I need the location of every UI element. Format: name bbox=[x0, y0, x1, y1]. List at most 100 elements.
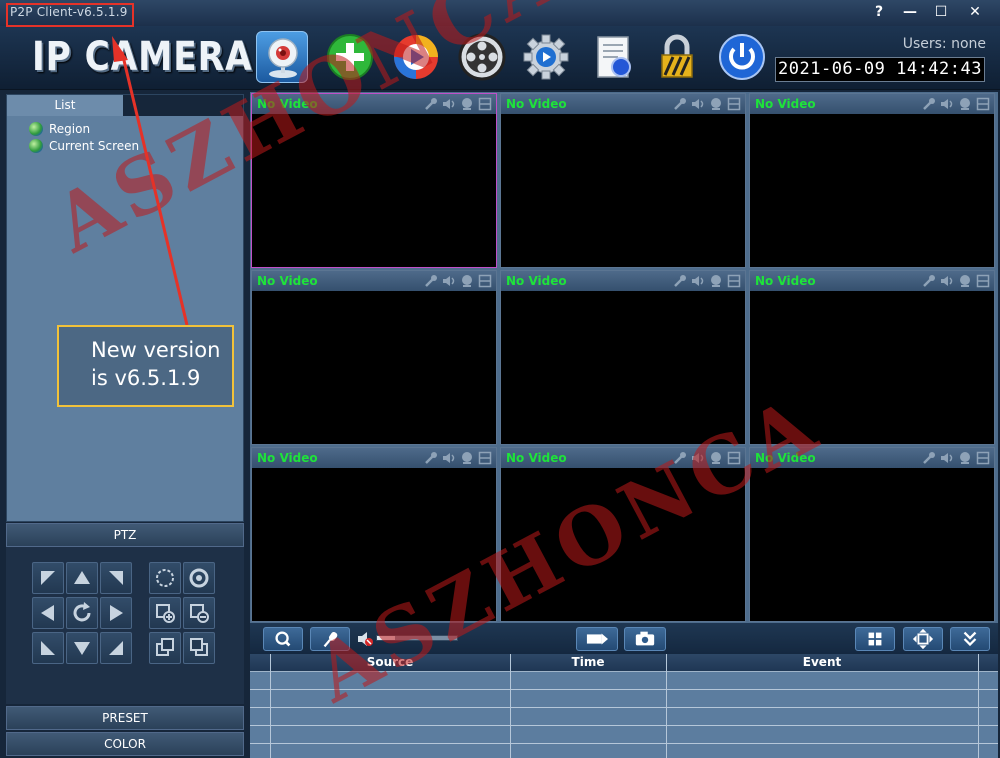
datetime-display: 2021-06-09 14:42:43 bbox=[775, 57, 985, 82]
ptz-left-button[interactable] bbox=[32, 597, 64, 629]
ptz-down-right-button[interactable] bbox=[100, 632, 132, 664]
record-icon[interactable] bbox=[958, 451, 972, 465]
microphone-icon[interactable] bbox=[310, 627, 350, 651]
video-cell-bar: No Video bbox=[501, 448, 745, 468]
mute-icon[interactable] bbox=[356, 630, 374, 648]
settings-gear-icon[interactable] bbox=[520, 31, 572, 83]
window-icon[interactable] bbox=[976, 97, 990, 111]
record-icon[interactable] bbox=[709, 97, 723, 111]
column-event[interactable]: Event bbox=[666, 655, 978, 669]
video-cell[interactable]: No Video bbox=[749, 270, 995, 445]
video-cell[interactable]: No Video bbox=[500, 270, 746, 445]
video-cell[interactable]: No Video bbox=[251, 270, 497, 445]
column-time[interactable]: Time bbox=[510, 655, 666, 669]
wrench-icon[interactable] bbox=[424, 274, 438, 288]
tree-item-current-screen[interactable]: Current Screen bbox=[29, 138, 139, 154]
speaker-icon[interactable] bbox=[691, 274, 705, 288]
lock-icon[interactable] bbox=[651, 31, 703, 83]
close-button[interactable]: ✕ bbox=[960, 2, 990, 24]
volume-slider[interactable] bbox=[376, 635, 458, 641]
minimize-button[interactable]: — bbox=[895, 2, 925, 24]
video-cell[interactable]: No Video bbox=[500, 447, 746, 622]
speaker-icon[interactable] bbox=[940, 97, 954, 111]
record-icon[interactable] bbox=[709, 451, 723, 465]
ptz-right-button[interactable] bbox=[100, 597, 132, 629]
preset-section-header[interactable]: PRESET bbox=[6, 706, 244, 730]
window-icon[interactable] bbox=[478, 274, 492, 288]
video-cell[interactable]: No Video bbox=[251, 93, 497, 268]
zoom-in-icon[interactable] bbox=[149, 597, 181, 629]
snapshot-icon[interactable] bbox=[624, 627, 666, 651]
window-icon[interactable] bbox=[478, 97, 492, 111]
video-status-label: No Video bbox=[506, 97, 567, 111]
record-icon[interactable] bbox=[460, 97, 474, 111]
window-icon[interactable] bbox=[727, 97, 741, 111]
wrench-icon[interactable] bbox=[922, 97, 936, 111]
record-icon[interactable] bbox=[709, 274, 723, 288]
ptz-up-right-button[interactable] bbox=[100, 562, 132, 594]
fullscreen-icon[interactable] bbox=[903, 627, 943, 651]
speaker-icon[interactable] bbox=[940, 451, 954, 465]
column-source[interactable]: Source bbox=[270, 655, 510, 669]
iris-open-icon[interactable] bbox=[149, 562, 181, 594]
ptz-up-button[interactable] bbox=[66, 562, 98, 594]
zoom-icon[interactable] bbox=[263, 627, 303, 651]
focus-near-icon[interactable] bbox=[149, 632, 181, 664]
window-icon[interactable] bbox=[727, 274, 741, 288]
wrench-icon[interactable] bbox=[673, 274, 687, 288]
tab-list[interactable]: List bbox=[7, 95, 123, 116]
tree-item-label: Current Screen bbox=[49, 139, 140, 153]
speaker-icon[interactable] bbox=[442, 274, 456, 288]
record-icon[interactable] bbox=[958, 97, 972, 111]
video-grid: No Video No Video No Video No Video No Video… bbox=[250, 92, 998, 623]
callout-line: New version bbox=[91, 338, 221, 362]
speaker-icon[interactable] bbox=[442, 97, 456, 111]
camera-icon[interactable] bbox=[256, 31, 308, 83]
ptz-auto-rotate-button[interactable] bbox=[66, 597, 98, 629]
wrench-icon[interactable] bbox=[424, 451, 438, 465]
grid-layout-icon[interactable] bbox=[855, 627, 895, 651]
zoom-out-icon[interactable] bbox=[183, 597, 215, 629]
speaker-icon[interactable] bbox=[940, 274, 954, 288]
playback-icon[interactable] bbox=[390, 31, 442, 83]
tree-item-region[interactable]: Region bbox=[29, 121, 90, 137]
video-cell[interactable]: No Video bbox=[749, 447, 995, 622]
device-list-panel: List Region Current Screen bbox=[6, 94, 244, 522]
film-reel-icon[interactable] bbox=[456, 31, 508, 83]
maximize-button[interactable]: ☐ bbox=[926, 2, 956, 24]
video-status-label: No Video bbox=[257, 451, 318, 465]
ptz-down-button[interactable] bbox=[66, 632, 98, 664]
video-cell[interactable]: No Video bbox=[749, 93, 995, 268]
wrench-icon[interactable] bbox=[673, 451, 687, 465]
speaker-icon[interactable] bbox=[691, 451, 705, 465]
ptz-down-left-button[interactable] bbox=[32, 632, 64, 664]
record-to-file-icon[interactable] bbox=[576, 627, 618, 651]
speaker-icon[interactable] bbox=[691, 97, 705, 111]
collapse-down-icon[interactable] bbox=[950, 627, 990, 651]
iris-close-icon[interactable] bbox=[183, 562, 215, 594]
add-device-icon[interactable] bbox=[324, 31, 376, 83]
window-icon[interactable] bbox=[976, 274, 990, 288]
window-icon[interactable] bbox=[976, 451, 990, 465]
globe-icon bbox=[29, 122, 43, 136]
color-section-header[interactable]: COLOR bbox=[6, 732, 244, 756]
record-icon[interactable] bbox=[460, 451, 474, 465]
bottom-toolbar bbox=[250, 623, 998, 654]
record-icon[interactable] bbox=[460, 274, 474, 288]
power-icon[interactable] bbox=[716, 31, 768, 83]
wrench-icon[interactable] bbox=[424, 97, 438, 111]
log-document-icon[interactable] bbox=[588, 31, 640, 83]
focus-far-icon[interactable] bbox=[183, 632, 215, 664]
ptz-up-left-button[interactable] bbox=[32, 562, 64, 594]
wrench-icon[interactable] bbox=[922, 274, 936, 288]
video-cell[interactable]: No Video bbox=[500, 93, 746, 268]
wrench-icon[interactable] bbox=[673, 97, 687, 111]
record-icon[interactable] bbox=[958, 274, 972, 288]
wrench-icon[interactable] bbox=[922, 451, 936, 465]
ptz-section-header[interactable]: PTZ bbox=[6, 523, 244, 547]
window-icon[interactable] bbox=[727, 451, 741, 465]
speaker-icon[interactable] bbox=[442, 451, 456, 465]
help-button[interactable]: ? bbox=[864, 2, 894, 24]
window-icon[interactable] bbox=[478, 451, 492, 465]
video-cell[interactable]: No Video bbox=[251, 447, 497, 622]
